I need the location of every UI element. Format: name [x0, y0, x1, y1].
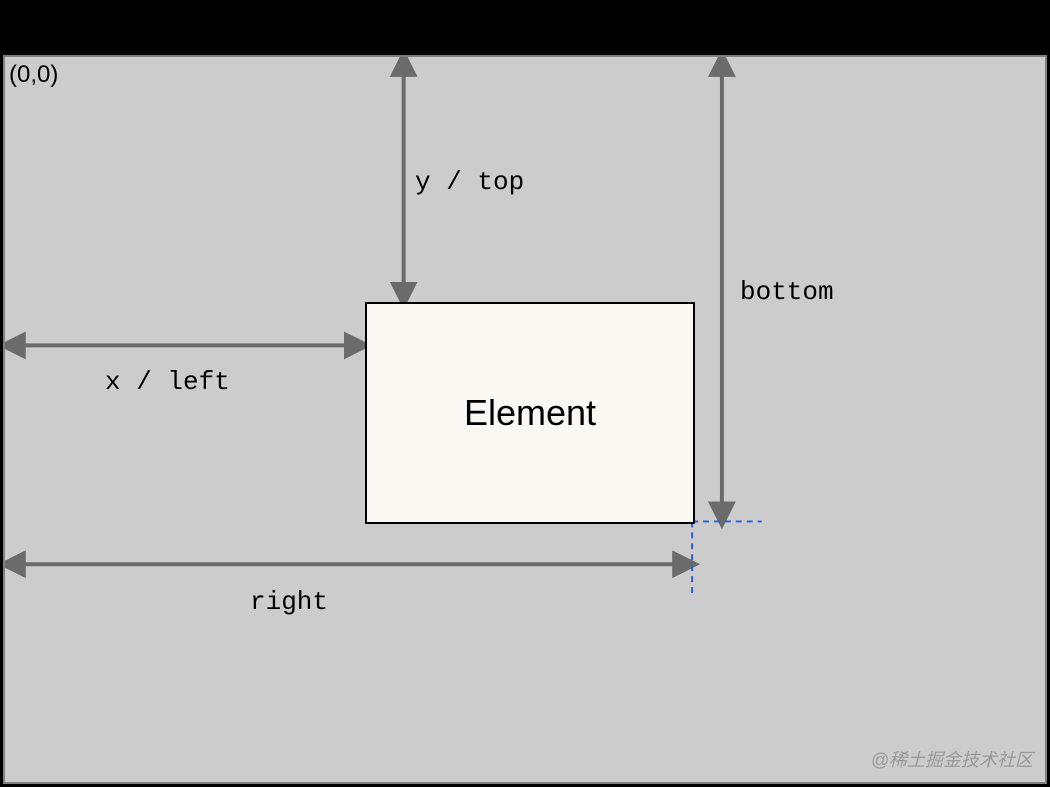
element-box: Element	[365, 302, 695, 524]
label-x-left: x / left	[105, 367, 230, 397]
origin-label: (0,0)	[9, 61, 58, 89]
label-y-top: y / top	[415, 167, 524, 197]
label-right: right	[250, 587, 328, 617]
element-label: Element	[464, 392, 596, 434]
diagram-canvas: (0,0) Element y / top x / left bottom ri…	[3, 55, 1047, 784]
watermark: @稀土掘金技术社区	[871, 746, 1033, 772]
label-bottom: bottom	[740, 277, 834, 307]
